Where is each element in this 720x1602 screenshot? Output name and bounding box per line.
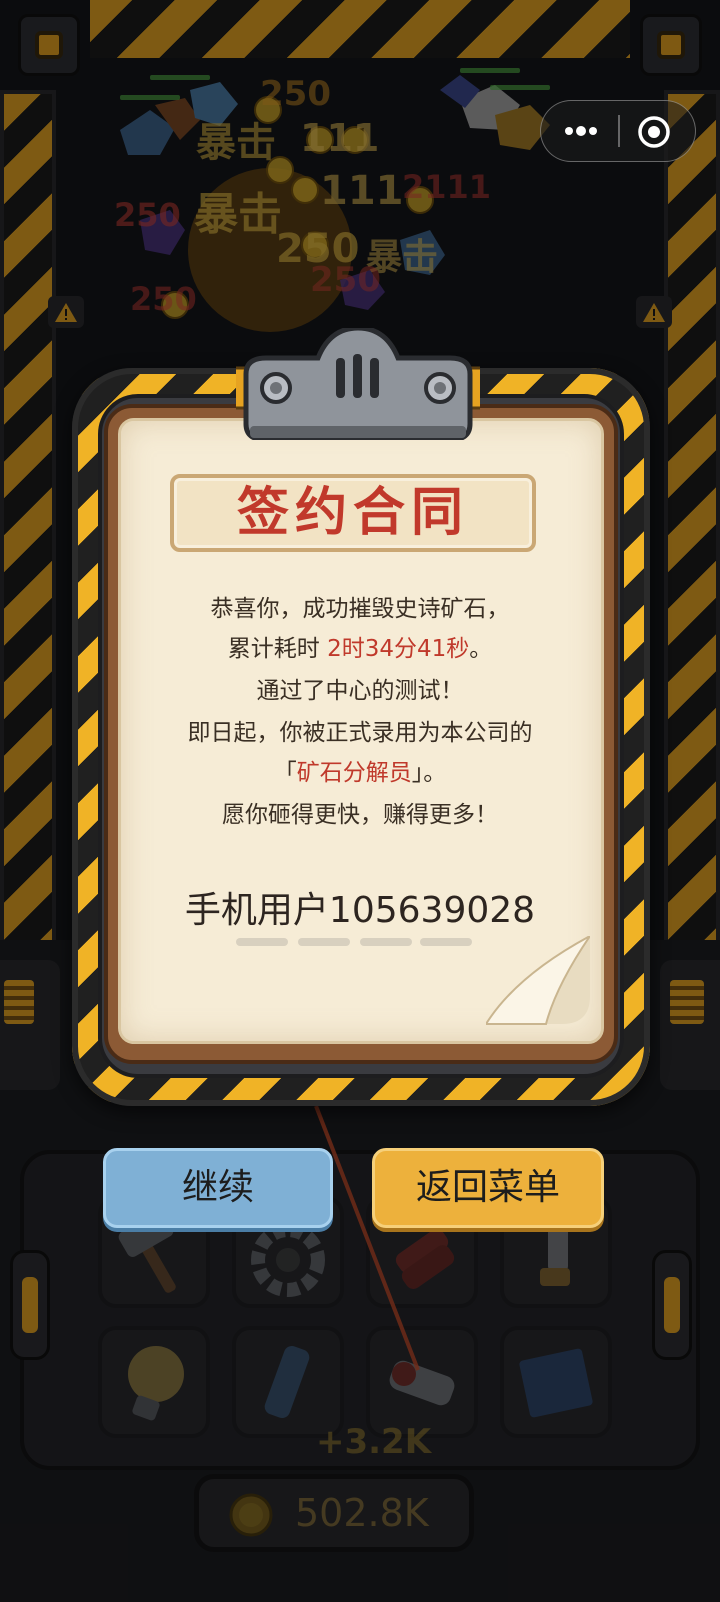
job-title: 矿石分解员 bbox=[296, 760, 412, 786]
signature-underline bbox=[236, 938, 288, 946]
page-curl-icon bbox=[486, 936, 590, 1025]
signature-underline bbox=[298, 938, 350, 946]
bracket-close: 」。 bbox=[411, 760, 447, 786]
clipboard-clip bbox=[236, 328, 480, 440]
contract-line-6: 愿你砸得更快，赚得更多！ bbox=[222, 802, 498, 828]
miniprogram-capsule bbox=[540, 100, 696, 162]
contract-line-5: 「矿石分解员」。 bbox=[120, 756, 600, 790]
contract-line-1: 恭喜你，成功摧毁史诗矿石， bbox=[210, 596, 510, 622]
contract-line-2: 累计耗时 2时34分41秒。 bbox=[120, 632, 600, 666]
signature-underline bbox=[360, 938, 412, 946]
capsule-divider bbox=[618, 115, 620, 147]
contract-line-2-prefix: 累计耗时 bbox=[227, 636, 328, 662]
bracket-open: 「 bbox=[273, 760, 297, 786]
contract-line-2-suffix: 。 bbox=[469, 636, 493, 662]
contract-line-3: 通过了中心的测试！ bbox=[256, 678, 464, 704]
more-dots-icon[interactable] bbox=[561, 117, 601, 145]
return-menu-button[interactable]: 返回菜单 bbox=[372, 1148, 604, 1228]
contract-line-4: 即日起，你被正式录用为本公司的 bbox=[187, 720, 533, 746]
elapsed-time: 2时34分41秒 bbox=[327, 636, 470, 662]
user-signature: 手机用户105639028 bbox=[184, 890, 536, 931]
contract-title: 签约合同 bbox=[236, 483, 469, 543]
continue-button[interactable]: 继续 bbox=[103, 1148, 333, 1228]
target-close-icon[interactable] bbox=[637, 115, 671, 149]
signature-underline bbox=[420, 938, 472, 946]
